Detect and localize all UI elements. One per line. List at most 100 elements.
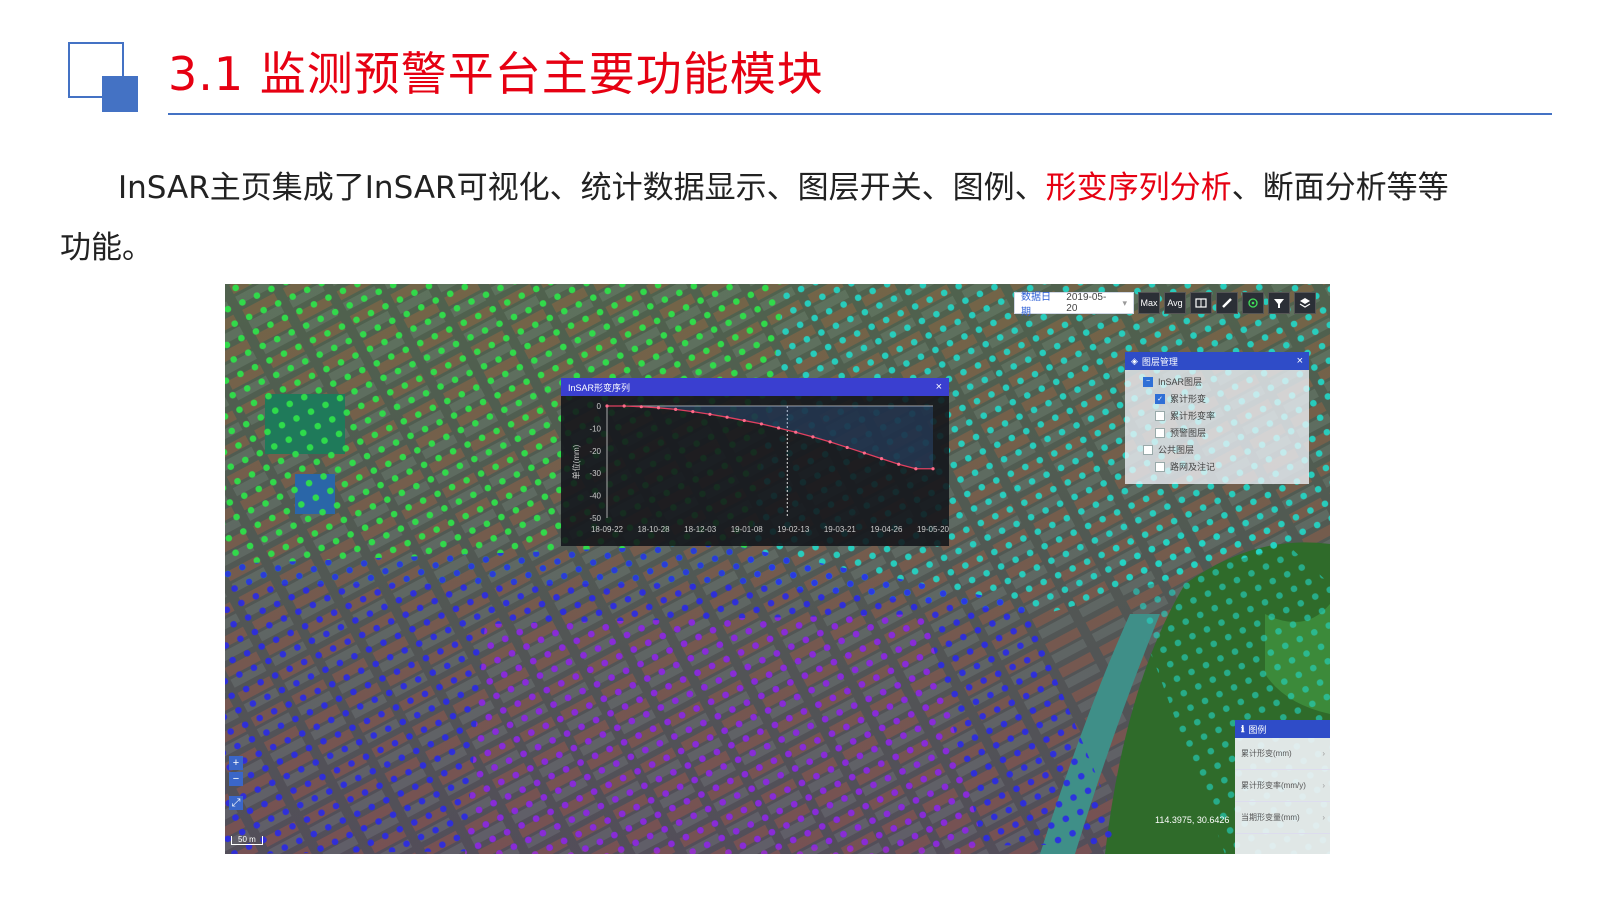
close-icon[interactable]: ×: [936, 381, 942, 393]
scale-bar: 50 m: [231, 836, 263, 845]
layer-item-roads[interactable]: 路网及注记: [1143, 458, 1309, 475]
layer-item-label: 预警图层: [1170, 428, 1207, 438]
ruler-icon[interactable]: [1216, 292, 1238, 314]
insar-map-screenshot[interactable]: 数据日期 2019-05-20 ▾ Max Avg ◈ 图层管理 × − InSA…: [225, 284, 1330, 854]
logo-filled-square: [102, 76, 138, 112]
legend-title: 图例: [1248, 724, 1267, 735]
series-point: [708, 412, 712, 416]
paragraph-highlight: 形变序列分析: [1045, 170, 1232, 206]
legend-item-label: 累计形变(mm): [1241, 749, 1292, 758]
series-point: [794, 430, 798, 434]
series-point: [622, 404, 626, 408]
x-tick-label: 18-12-03: [684, 525, 717, 534]
zoom-controls: + − ⤢: [229, 756, 243, 810]
y-tick-label: -20: [589, 447, 601, 456]
series-point: [725, 415, 729, 419]
info-icon: ℹ: [1241, 723, 1245, 734]
chevron-down-icon: ▾: [1122, 297, 1127, 308]
zoom-out-button[interactable]: −: [229, 772, 243, 786]
date-selector[interactable]: 数据日期 2019-05-20 ▾: [1014, 292, 1134, 318]
locate-icon[interactable]: [1242, 292, 1264, 314]
paragraph-text-start: InSAR主页集成了InSAR可视化、统计数据显示、图层开关、图例、: [118, 170, 1046, 206]
layer-item-label: InSAR图层: [1158, 377, 1203, 387]
layer-panel-title: 图层管理: [1141, 356, 1178, 367]
filter-icon[interactable]: [1268, 292, 1290, 314]
series-point: [862, 451, 866, 455]
layer-item-rate[interactable]: 累计形变率: [1143, 407, 1309, 424]
y-tick-label: -10: [589, 424, 601, 433]
layer-item-label: 公共图层: [1158, 445, 1195, 455]
layer-item-label: 累计形变率: [1170, 411, 1216, 421]
close-icon[interactable]: ×: [1297, 355, 1303, 367]
map-toolbar: 数据日期 2019-05-20 ▾ Max Avg: [1014, 292, 1316, 318]
checkbox[interactable]: [1155, 461, 1165, 472]
y-axis-label: 单位(mm): [571, 444, 581, 479]
series-point: [845, 445, 849, 450]
y-tick-label: -30: [589, 469, 601, 478]
layer-item-label: 路网及注记: [1170, 462, 1216, 472]
layer-item-cumulative[interactable]: ✓ 累计形变: [1143, 390, 1309, 407]
legend-item-label: 累计形变率(mm/y): [1241, 781, 1306, 790]
legend-item-rate[interactable]: 累计形变率(mm/y) ›: [1235, 770, 1330, 802]
book-icon[interactable]: [1190, 292, 1212, 314]
deformation-series-window: InSAR形变序列 × 0 -10 -20 -30 -40 -50 18-09-22 18-1…: [561, 378, 950, 546]
series-point: [742, 418, 746, 423]
x-tick-label: 19-04-26: [870, 525, 903, 534]
x-tick-label: 19-03-21: [824, 525, 857, 534]
chart-window-title: InSAR形变序列: [568, 382, 631, 393]
layer-item-public[interactable]: 公共图层: [1143, 441, 1309, 458]
zoom-in-button[interactable]: +: [229, 756, 243, 770]
series-point: [811, 435, 815, 439]
series-point: [914, 467, 918, 471]
layers-icon[interactable]: [1294, 292, 1316, 314]
y-tick-label: 0: [597, 402, 602, 411]
slide-logo: [68, 42, 138, 112]
x-tick-label: 19-05-20: [917, 525, 949, 534]
series-point: [639, 405, 643, 409]
title-divider: [168, 113, 1552, 115]
checkbox[interactable]: [1155, 410, 1165, 421]
checkbox-checked[interactable]: ✓: [1155, 393, 1165, 404]
legend-item-current[interactable]: 当期形变量(mm) ›: [1235, 802, 1330, 834]
series-point: [879, 457, 884, 461]
chevron-right-icon: ›: [1322, 781, 1325, 790]
y-tick-label: -50: [589, 514, 601, 523]
checkbox[interactable]: [1143, 444, 1153, 455]
date-value: 2019-05-20: [1066, 292, 1107, 314]
max-button[interactable]: Max: [1138, 292, 1160, 314]
x-tick-label: 18-10-28: [638, 525, 671, 534]
series-point: [759, 422, 764, 426]
x-tick-label: 19-01-08: [731, 525, 764, 534]
layers-icon: ◈: [1131, 355, 1138, 366]
legend-item-label: 当期形变量(mm): [1241, 813, 1300, 822]
cursor-coordinates: 114.3975, 30.6426: [1155, 815, 1230, 825]
expand-icon[interactable]: −: [1143, 376, 1153, 387]
x-tick-label: 18-09-22: [591, 525, 624, 534]
series-point: [931, 467, 935, 471]
layer-panel-header: ◈ 图层管理 ×: [1125, 352, 1309, 370]
x-tick-label: 19-02-13: [777, 525, 810, 534]
checkbox[interactable]: [1155, 427, 1165, 438]
chart-window-header: InSAR形变序列 ×: [561, 378, 949, 396]
date-label: 数据日期: [1021, 292, 1051, 318]
series-point: [605, 404, 609, 408]
layer-item-label: 累计形变: [1170, 394, 1207, 404]
slide-title: 3.1 监测预警平台主要功能模块: [168, 47, 824, 101]
layer-manager-panel: ◈ 图层管理 × − InSAR图层 ✓ 累计形变 累计形变率 预警图层 公共图层 …: [1125, 352, 1309, 484]
slide-paragraph: InSAR主页集成了InSAR可视化、统计数据显示、图层开关、图例、形变序列分析…: [60, 158, 1460, 278]
y-tick-label: -40: [589, 492, 601, 501]
chevron-right-icon: ›: [1322, 749, 1325, 758]
deformation-line-chart: 0 -10 -20 -30 -40 -50 18-09-22 18-10-28 18-12-03…: [571, 402, 950, 534]
series-point: [656, 406, 661, 410]
fullscreen-icon[interactable]: ⤢: [229, 796, 243, 810]
series-point: [776, 426, 781, 430]
legend-item-cumulative[interactable]: 累计形变(mm) ›: [1235, 738, 1330, 770]
layer-item-warning[interactable]: 预警图层: [1143, 424, 1309, 441]
layer-item-insar[interactable]: − InSAR图层: [1143, 373, 1309, 390]
avg-button[interactable]: Avg: [1164, 292, 1186, 314]
series-point: [674, 407, 678, 411]
series-point: [897, 462, 901, 466]
chevron-right-icon: ›: [1322, 813, 1325, 822]
legend-panel: ℹ 图例 累计形变(mm) › 累计形变率(mm/y) › 当期形变量(mm) ›: [1235, 720, 1330, 854]
legend-header: ℹ 图例: [1235, 720, 1330, 738]
